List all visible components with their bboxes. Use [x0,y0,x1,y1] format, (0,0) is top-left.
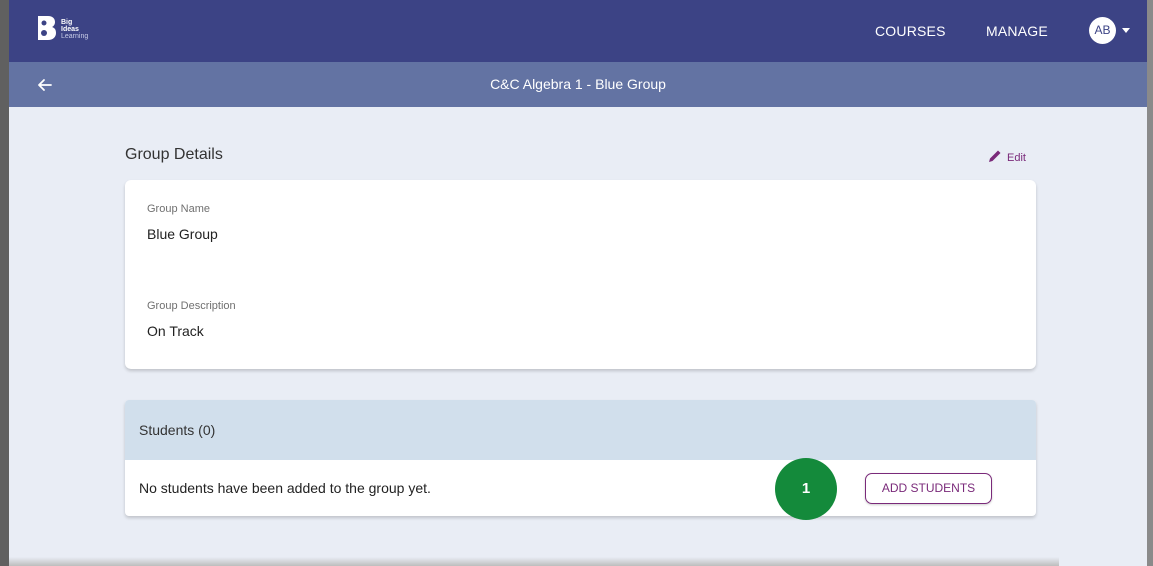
students-panel: Students (0) No students have been added… [125,400,1036,516]
page-title: C&C Algebra 1 - Blue Group [490,76,666,92]
top-nav-bar: Big Ideas Learning COURSES MANAGE AB [9,0,1147,62]
step-callout-badge: 1 [775,458,837,520]
logo[interactable]: Big Ideas Learning [35,14,88,44]
account-menu-caret-icon[interactable] [1122,28,1130,33]
add-students-button[interactable]: ADD STUDENTS [865,473,992,504]
nav-courses[interactable]: COURSES [875,0,946,62]
pencil-icon [987,148,1003,167]
group-details-card: Group Name Blue Group Group Description … [125,180,1036,369]
logo-line-3: Learning [61,32,89,40]
students-title: Students (0) [139,422,216,438]
empty-students-message: No students have been added to the group… [139,480,431,496]
group-details-title: Group Details [125,146,223,163]
group-description-label: Group Description [147,300,236,312]
page-header-bar: C&C Algebra 1 - Blue Group [9,62,1147,107]
app-frame: Big Ideas Learning COURSES MANAGE AB C&C… [0,0,1153,566]
arrow-left-icon[interactable] [35,75,55,95]
students-header: Students (0) [125,400,1036,460]
group-description-value: On Track [147,323,204,339]
bottom-shadow-divider [9,557,1059,566]
group-name-value: Blue Group [147,226,218,242]
group-name-label: Group Name [147,203,210,215]
logo-text: Big Ideas Learning [61,19,88,40]
nav-manage[interactable]: MANAGE [986,0,1048,62]
avatar[interactable]: AB [1089,17,1116,44]
edit-label: Edit [1007,151,1026,164]
edit-button[interactable]: Edit [987,148,1026,167]
logo-line-1: Big [61,18,73,26]
logo-line-2: Ideas [61,25,79,33]
big-ideas-logo-icon [35,14,57,44]
